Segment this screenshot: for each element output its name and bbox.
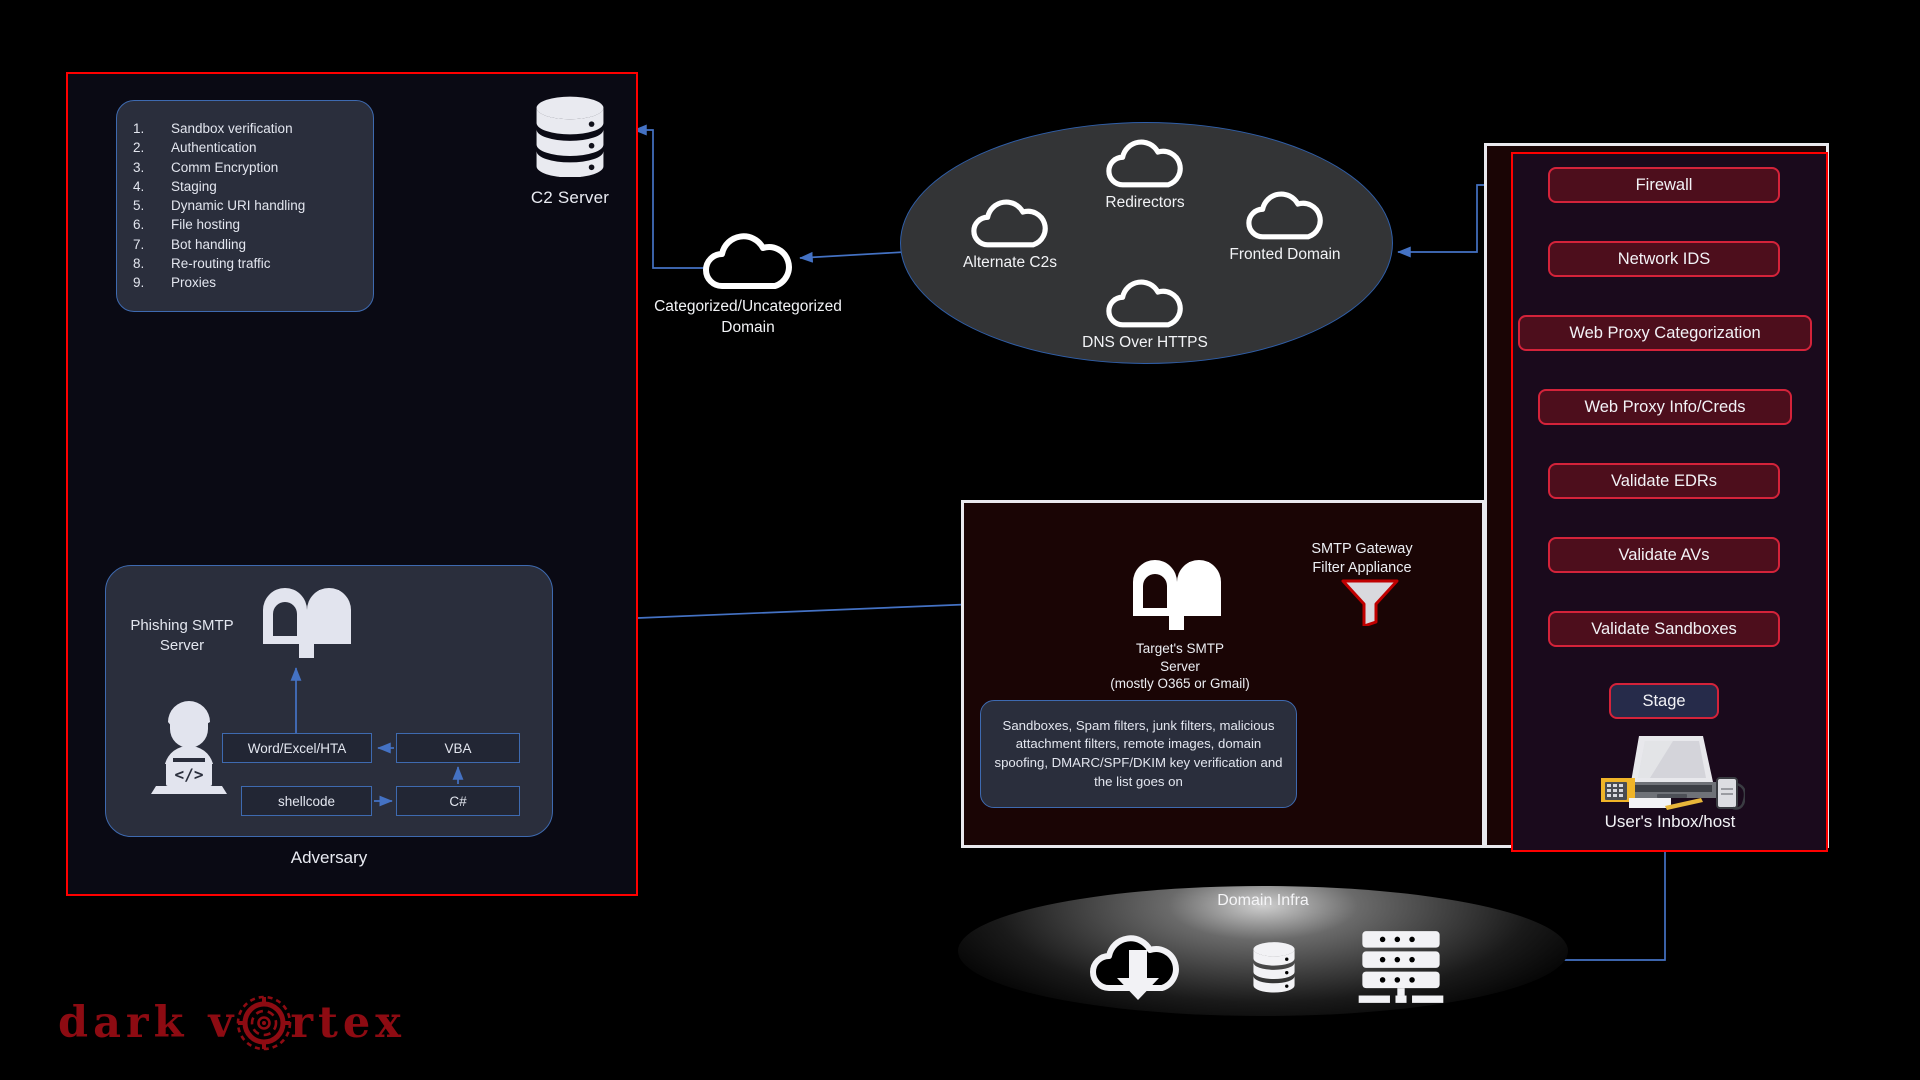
defense-box-network-ids[interactable]: Network IDS (1548, 241, 1780, 277)
cloud-node-fronted-domain[interactable]: Fronted Domain (1200, 190, 1370, 264)
c2-feature-item: 9. Proxies (133, 273, 373, 292)
cloud-node-label: Alternate C2s (963, 254, 1057, 271)
payload-box-vba[interactable]: VBA (396, 733, 520, 763)
cloud-icon (971, 199, 1048, 248)
users-host-node[interactable]: User's Inbox/host (1570, 732, 1770, 832)
cloud-node-label: DNS Over HTTPS (1082, 334, 1208, 351)
defense-box-web-proxy-categorization[interactable]: Web Proxy Categorization (1518, 315, 1812, 351)
c2-server-label: C2 Server (530, 188, 610, 207)
c2-feature-label: Staging (171, 178, 217, 194)
c2-features-card: 1. Sandbox verification 2. Authentication 3.… (116, 100, 374, 312)
c2-feature-label: Re-routing traffic (171, 256, 271, 272)
c2-feature-item: 8. Re-routing traffic (133, 254, 373, 273)
domain-infra-icons (1040, 922, 1490, 1012)
users-host-label: User's Inbox/host (1604, 812, 1736, 831)
c2-feature-number: 1. (133, 121, 145, 136)
c2-features-list: 1. Sandbox verification 2. Authentication 3.… (133, 119, 373, 293)
target-smtp-node[interactable]: Target's SMTP Server (mostly O365 or Gmail… (1090, 560, 1270, 693)
defense-box-validate-sandboxes[interactable]: Validate Sandboxes (1548, 611, 1780, 647)
cloud-icon (703, 233, 792, 289)
domain-infra-label: Domain Infra (1217, 892, 1309, 909)
diagram-canvas: 1. Sandbox verification 2. Authentication 3.… (0, 0, 1920, 1080)
database-icon[interactable] (1235, 924, 1313, 1010)
phishing-mailbox-node[interactable] (255, 588, 365, 669)
c2-feature-item: 2. Authentication (133, 138, 373, 157)
c2-server-node[interactable]: C2 Server (505, 95, 635, 215)
mailbox-icon (1133, 560, 1221, 630)
defense-box-firewall[interactable]: Firewall (1548, 167, 1780, 203)
email-filters-card: Sandboxes, Spam filters, junk filters, m… (980, 700, 1297, 808)
smtp-gateway-funnel-node[interactable] (1341, 578, 1399, 631)
hacker-icon: </> (151, 701, 227, 794)
c2-feature-item: 7. Bot handling (133, 235, 373, 254)
c2-feature-item: 1. Sandbox verification (133, 119, 373, 138)
c2-feature-label: Sandbox verification (171, 121, 293, 136)
c2-feature-label: File hosting (171, 217, 241, 233)
c2-feature-number: 5. (133, 198, 145, 214)
logo-text-part2: rtex (290, 998, 406, 1048)
dark-vortex-logo: dark v rtex (58, 992, 406, 1054)
funnel-icon (1341, 579, 1399, 628)
server-rack-icon[interactable] (1355, 924, 1447, 1010)
cloud-icon (1106, 279, 1183, 328)
payload-box-word[interactable]: Word/Excel/HTA (222, 733, 372, 763)
cloud-node-alternate-c2s[interactable]: Alternate C2s (930, 198, 1090, 272)
c2-feature-number: 8. (133, 256, 145, 272)
cloud-node-label: Fronted Domain (1229, 246, 1341, 263)
c2-feature-number: 6. (133, 217, 145, 233)
cloud-node-dns-over-https[interactable]: DNS Over HTTPS (1060, 278, 1230, 352)
cloud-icon (1106, 139, 1183, 188)
categorized-domain-label: Categorized/Uncategorized Domain (654, 298, 842, 336)
c2-feature-number: 3. (133, 159, 145, 175)
smtp-gateway-label: SMTP Gateway Filter Appliance (1311, 541, 1413, 576)
c2-feature-item: 4. Staging (133, 177, 373, 196)
defense-box-validate-edrs[interactable]: Validate EDRs (1548, 463, 1780, 499)
cloud-icon (1246, 191, 1323, 240)
mailbox-icon (263, 588, 351, 658)
logo-text-part1: dark v (58, 998, 239, 1048)
payload-box-shellcode[interactable]: shellcode (241, 786, 372, 816)
c2-feature-number: 9. (133, 275, 145, 291)
adversary-hacker-node[interactable]: </> (146, 700, 232, 801)
c2-feature-label: Proxies (171, 275, 217, 291)
c2-feature-number: 4. (133, 178, 145, 194)
c2-feature-label: Dynamic URI handling (171, 198, 306, 214)
cloud-download-icon[interactable] (1083, 930, 1193, 1004)
target-smtp-label: Target's SMTP Server (mostly O365 or Gmail… (1110, 641, 1250, 691)
c2-feature-number: 7. (133, 236, 145, 252)
c2-feature-label: Bot handling (171, 236, 247, 252)
defense-box-web-proxy-info-creds[interactable]: Web Proxy Info/Creds (1538, 389, 1792, 425)
database-icon (536, 96, 604, 178)
adversary-caption: Adversary (290, 848, 368, 867)
defense-box-stage[interactable]: Stage (1609, 683, 1719, 719)
c2-feature-label: Authentication (171, 140, 257, 156)
categorized-domain-node[interactable]: Categorized/Uncategorized Domain (638, 232, 858, 338)
c2-feature-label: Comm Encryption (171, 159, 279, 175)
c2-feature-number: 2. (133, 140, 145, 156)
vortex-icon (234, 993, 294, 1053)
desk-laptop-icon (1601, 736, 1745, 810)
email-filters-text: Sandboxes, Spam filters, junk filters, m… (994, 717, 1283, 789)
defense-box-validate-avs[interactable]: Validate AVs (1548, 537, 1780, 573)
svg-text:</>: </> (175, 765, 204, 784)
c2-feature-item: 6. File hosting (133, 215, 373, 234)
phishing-smtp-label: Phishing SMTP Server (130, 617, 234, 654)
payload-box-csharp[interactable]: C# (396, 786, 520, 816)
c2-feature-item: 3. Comm Encryption (133, 158, 373, 177)
c2-feature-item: 5. Dynamic URI handling (133, 196, 373, 215)
